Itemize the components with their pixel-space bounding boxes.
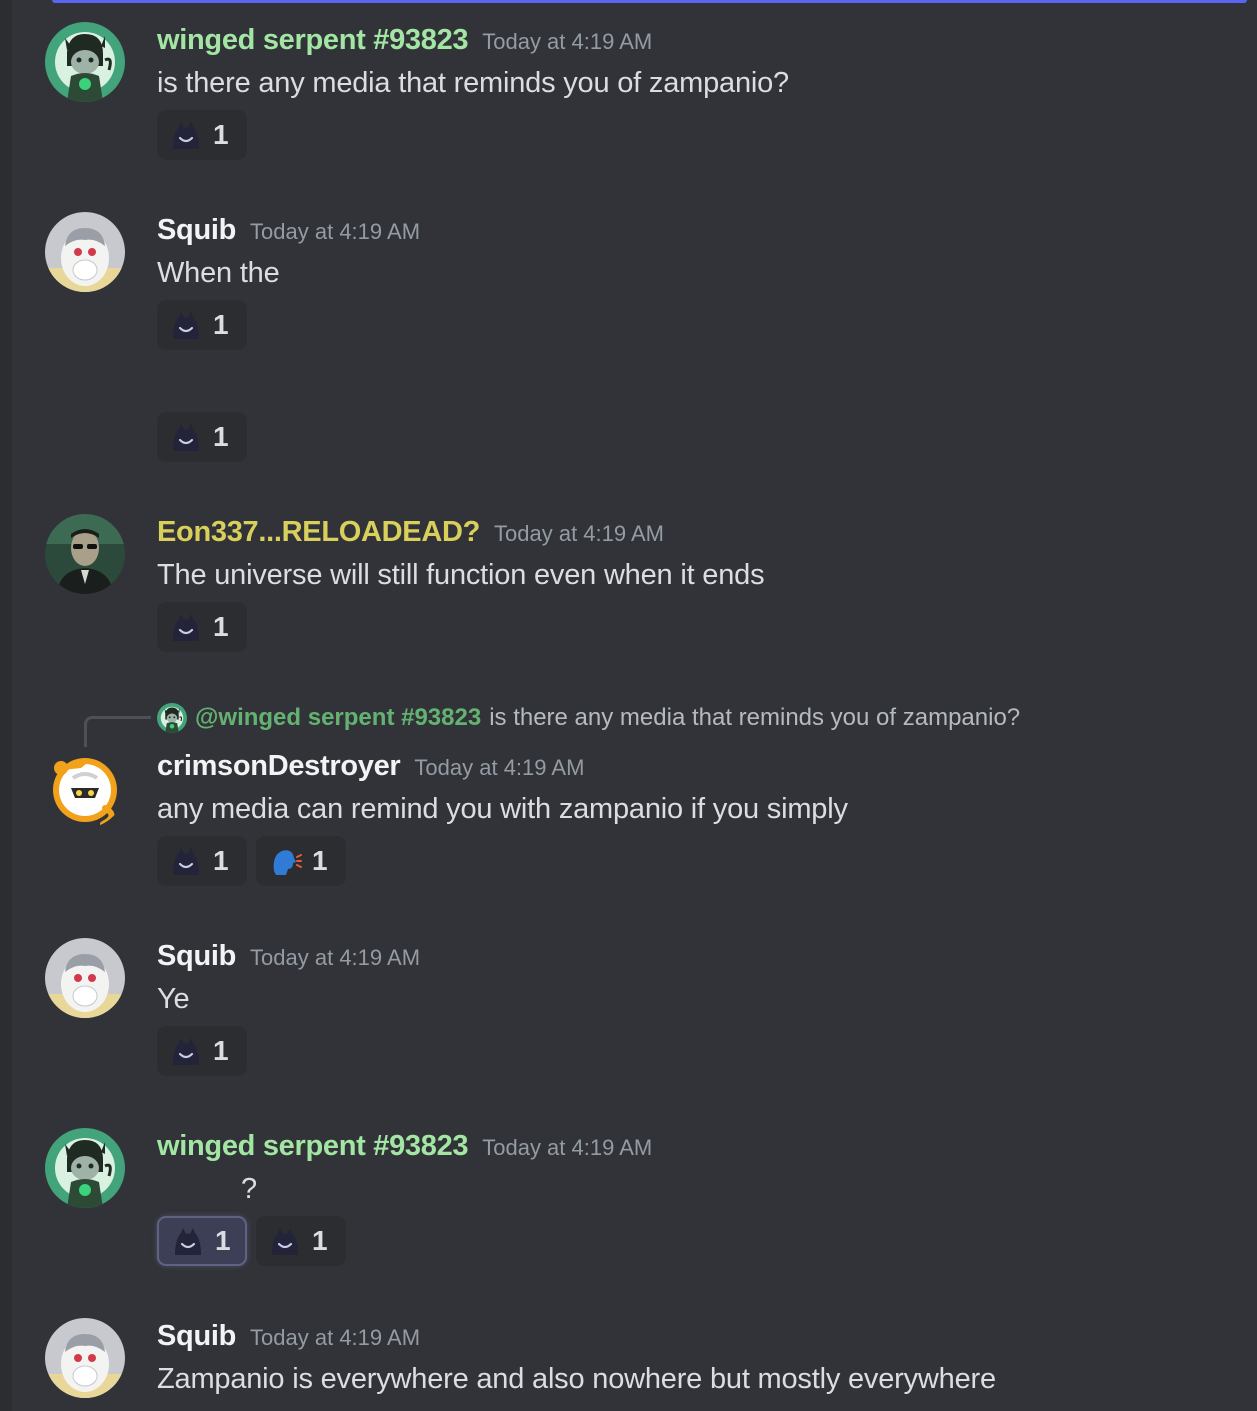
reply-spine (84, 716, 151, 747)
reaction-count: 1 (215, 1225, 231, 1256)
author-name[interactable]: Squib (157, 940, 236, 972)
top-accent-bar (52, 0, 1247, 3)
hooded-face-emoji-icon (169, 1035, 203, 1067)
reaction-button[interactable]: 1 (256, 1216, 346, 1266)
reaction-bar: 1 (157, 110, 247, 160)
message-timestamp: Today at 4:19 AM (250, 219, 421, 244)
winged-serpent-avatar[interactable] (45, 1128, 125, 1208)
hooded-face-emoji-icon (169, 611, 203, 643)
author-name[interactable]: Squib (157, 1320, 236, 1352)
message-timestamp: Today at 4:19 AM (482, 1135, 653, 1160)
reply-text: is there any media that reminds you of z… (489, 704, 1021, 731)
reaction-button[interactable]: 1 (256, 836, 346, 886)
message-timestamp: Today at 4:19 AM (250, 945, 421, 970)
reaction-count: 1 (312, 845, 328, 876)
speaking-head-emoji-icon (268, 845, 302, 877)
author-name[interactable]: crimsonDestroyer (157, 750, 401, 782)
reply-avatar (157, 703, 187, 733)
message-timestamp: Today at 4:19 AM (414, 755, 585, 780)
message-timestamp: Today at 4:19 AM (250, 1325, 421, 1350)
reaction-count: 1 (213, 845, 229, 876)
squib-avatar[interactable] (45, 1318, 125, 1398)
eon-avatar[interactable] (45, 514, 125, 594)
reaction-button-active[interactable]: 1 (157, 1216, 247, 1266)
reaction-button[interactable]: 1 (157, 412, 247, 462)
reply-mention[interactable]: @winged serpent #93823 (195, 704, 481, 732)
message-timestamp: Today at 4:19 AM (482, 29, 653, 54)
reaction-bar: 1 1 (157, 1216, 346, 1266)
author-name[interactable]: winged serpent #93823 (157, 24, 469, 56)
squib-avatar[interactable] (45, 938, 125, 1018)
message-content: any media can remind you with zampanio i… (157, 793, 848, 825)
reaction-count: 1 (213, 421, 229, 452)
crimson-avatar[interactable] (45, 748, 125, 828)
reaction-bar-followup: 1 (157, 412, 247, 462)
winged-serpent-avatar[interactable] (45, 22, 125, 102)
reaction-count: 1 (213, 1035, 229, 1066)
message-content: When the (157, 257, 280, 289)
reaction-bar: 1 (157, 602, 247, 652)
reaction-bar: 1 (157, 1026, 247, 1076)
reaction-bar: 1 1 (157, 836, 346, 886)
reaction-button[interactable]: 1 (157, 110, 247, 160)
hooded-face-emoji-icon (169, 309, 203, 341)
reaction-button[interactable]: 1 (157, 602, 247, 652)
author-name[interactable]: winged serpent #93823 (157, 1130, 469, 1162)
author-name[interactable]: Squib (157, 214, 236, 246)
reaction-count: 1 (213, 119, 229, 150)
reaction-button[interactable]: 1 (157, 300, 247, 350)
message-content: Ye (157, 983, 190, 1015)
reaction-count: 1 (213, 309, 229, 340)
reaction-count: 1 (312, 1225, 328, 1256)
message-content: The universe will still function even wh… (157, 559, 765, 591)
reaction-bar: 1 (157, 300, 247, 350)
squib-avatar[interactable] (45, 212, 125, 292)
hooded-face-emoji-icon (171, 1225, 205, 1257)
reaction-button[interactable]: 1 (157, 836, 247, 886)
hooded-face-emoji-icon (169, 421, 203, 453)
message-timestamp: Today at 4:19 AM (494, 521, 665, 546)
message-content: Zampanio is everywhere and also nowhere … (157, 1363, 996, 1395)
message-content: ? (241, 1173, 257, 1205)
hooded-face-emoji-icon (268, 1225, 302, 1257)
hooded-face-emoji-icon (169, 119, 203, 151)
reaction-button[interactable]: 1 (157, 1026, 247, 1076)
reply-preview[interactable]: @winged serpent #93823 is there any medi… (157, 703, 1020, 733)
left-rail (0, 0, 12, 1411)
author-name[interactable]: Eon337...RELOADEAD? (157, 516, 480, 548)
message-content: is there any media that reminds you of z… (157, 67, 789, 99)
hooded-face-emoji-icon (169, 845, 203, 877)
reaction-count: 1 (213, 611, 229, 642)
